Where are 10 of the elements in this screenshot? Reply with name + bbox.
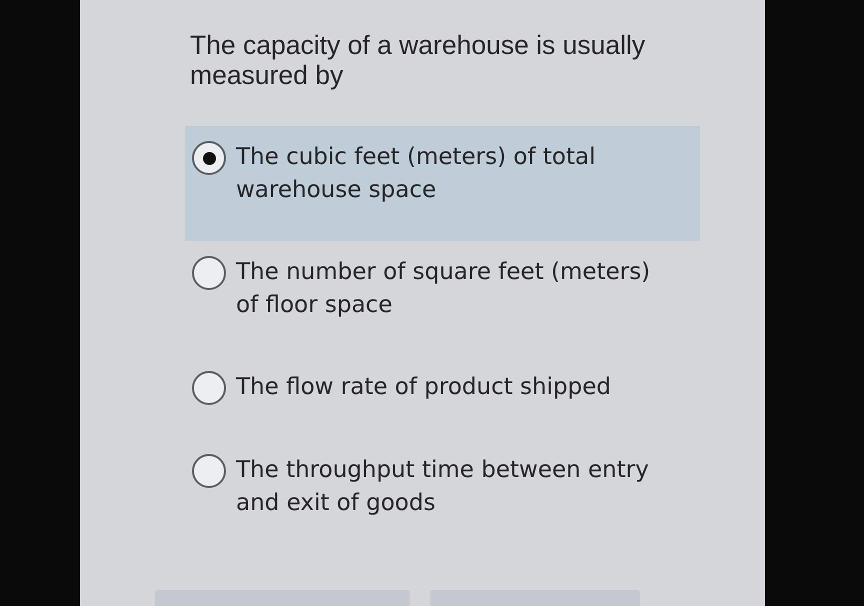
radio-button[interactable] [192,454,226,488]
radio-button[interactable] [192,371,226,405]
option-label[interactable]: The flow rate of product shipped [236,371,664,404]
question-text: The capacity of a warehouse is usually measured by [190,30,646,90]
option-label[interactable]: The number of square feet (meters) of floor space [236,256,664,322]
option-label[interactable]: The cubic feet (meters) of total warehouse space [236,141,664,207]
option-label[interactable]: The throughput time between entry and exit of goods [236,454,664,520]
selected-option-highlight[interactable]: The cubic feet (meters) of total warehouse space [185,126,700,241]
radio-button[interactable] [192,256,226,290]
radio-button[interactable] [192,141,226,175]
